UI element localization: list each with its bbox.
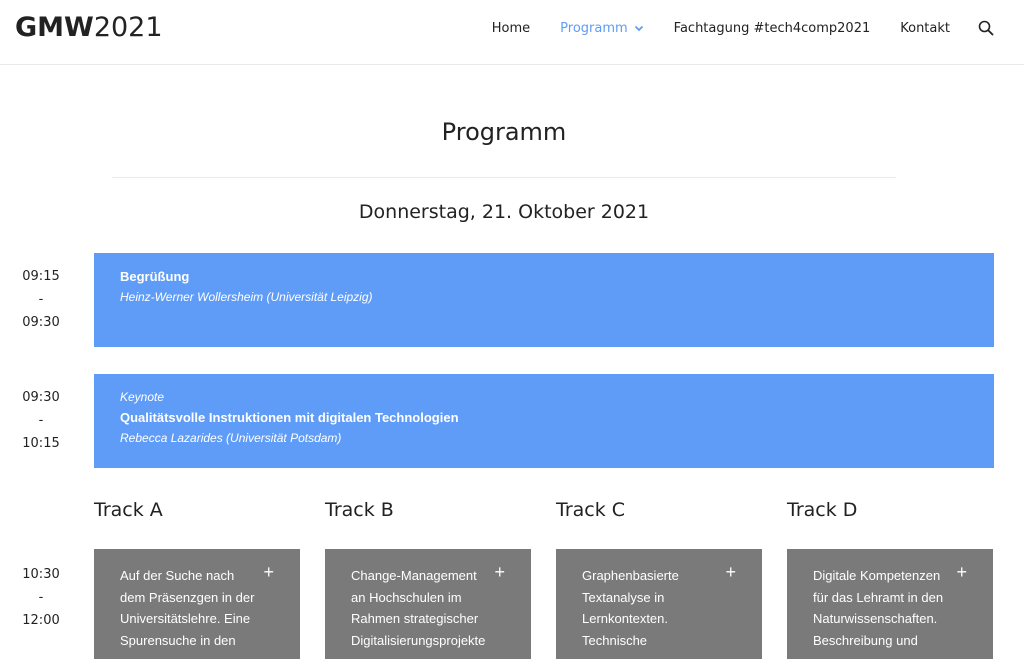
nav-item-fachtagung[interactable]: Fachtagung #tech4comp2021: [674, 21, 871, 36]
track-card-b[interactable]: Change-Management an Hochschulen im Rahm…: [325, 549, 531, 659]
session-time: 10:30 - 12:00: [12, 563, 70, 632]
nav-item-home[interactable]: Home: [492, 21, 530, 36]
session-time: 09:15 - 09:30: [12, 265, 70, 334]
logo-bold: GMW: [15, 12, 94, 43]
plus-icon[interactable]: +: [263, 563, 274, 581]
page-title: Programm: [441, 118, 567, 146]
plus-icon[interactable]: +: [956, 563, 967, 581]
title-divider: [112, 177, 896, 178]
chevron-down-icon: [634, 25, 643, 32]
time-end: 09:30: [22, 315, 60, 330]
time-separator: -: [38, 590, 44, 605]
time-end: 10:15: [22, 436, 60, 451]
search-icon[interactable]: [978, 20, 994, 36]
track-card-d[interactable]: Digitale Kompetenzen für das Lehramt in …: [787, 549, 993, 659]
logo-light: 2021: [93, 12, 163, 43]
time-end: 12:00: [22, 613, 60, 628]
nav-label-programm: Programm: [560, 20, 628, 36]
time-start: 09:30: [22, 390, 60, 405]
track-heading-c: Track C: [556, 499, 626, 521]
session-block-keynote: Keynote Qualitätsvolle Instruktionen mit…: [94, 374, 994, 468]
track-card-text: Graphenbasierte Textanalyse in Lernkonte…: [582, 568, 679, 648]
track-card-a[interactable]: Auf der Suche nach dem Präsenzgen in der…: [94, 549, 300, 659]
track-heading-b: Track B: [325, 499, 394, 521]
site-header: GMW2021 Home Programm Fachtagung #tech4c…: [0, 0, 1024, 65]
session-title: Qualitätsvolle Instruktionen mit digital…: [120, 410, 459, 425]
track-card-text: Digitale Kompetenzen für das Lehramt in …: [813, 568, 944, 648]
plus-icon[interactable]: +: [494, 563, 505, 581]
plus-icon[interactable]: +: [725, 563, 736, 581]
nav-item-programm[interactable]: Programm: [560, 21, 644, 36]
track-card-text: Auf der Suche nach dem Präsenzgen in der…: [120, 568, 255, 648]
session-speaker: Rebecca Lazarides (Universität Potsdam): [120, 431, 342, 445]
track-heading-a: Track A: [94, 499, 163, 521]
time-separator: -: [38, 413, 44, 428]
nav-label-home: Home: [491, 20, 531, 36]
main-nav: Home Programm Fachtagung #tech4comp2021 …: [462, 20, 994, 36]
session-title: Begrüßung: [120, 269, 190, 284]
nav-item-kontakt[interactable]: Kontakt: [900, 21, 950, 36]
session-time: 09:30 - 10:15: [12, 386, 70, 455]
track-card-text: Change-Management an Hochschulen im Rahm…: [351, 568, 486, 648]
time-start: 10:30: [22, 567, 60, 582]
nav-label-fachtagung: Fachtagung #tech4comp2021: [673, 20, 871, 36]
session-kicker: Keynote: [120, 390, 165, 404]
time-start: 09:15: [22, 269, 60, 284]
nav-label-kontakt: Kontakt: [900, 20, 950, 36]
day-heading: Donnerstag, 21. Oktober 2021: [358, 201, 650, 223]
session-block-welcome: Begrüßung Heinz-Werner Wollersheim (Univ…: [94, 253, 994, 347]
track-card-c[interactable]: Graphenbasierte Textanalyse in Lernkonte…: [556, 549, 762, 659]
time-separator: -: [38, 292, 44, 307]
track-heading-d: Track D: [787, 499, 858, 521]
site-logo[interactable]: GMW2021: [15, 12, 163, 43]
session-speaker: Heinz-Werner Wollersheim (Universität Le…: [120, 290, 373, 304]
